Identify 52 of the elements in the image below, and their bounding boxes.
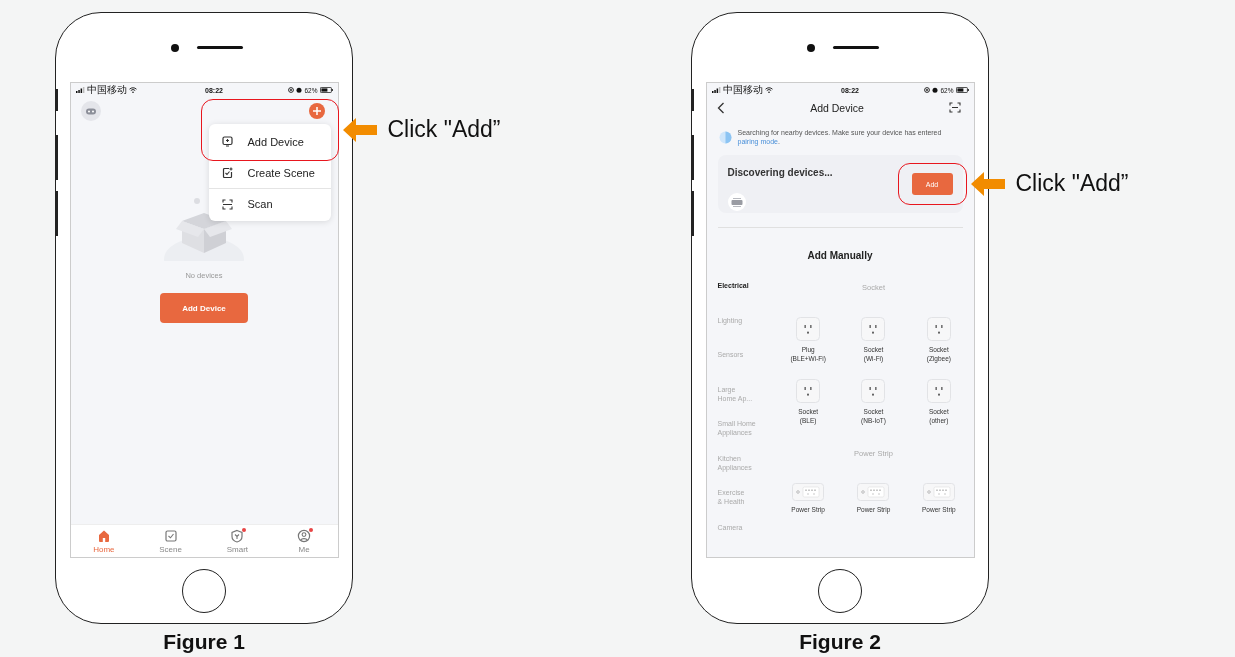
- arrow-left-icon: [970, 171, 1005, 196]
- socket-icon: [796, 379, 821, 403]
- tab-item[interactable]: Me: [270, 525, 338, 557]
- shield-icon: [230, 528, 245, 543]
- arrow-left-icon: [342, 117, 377, 142]
- menu-item[interactable]: Scan: [208, 188, 331, 219]
- house-icon: [96, 528, 111, 543]
- speaker-slot: [833, 46, 879, 49]
- power-strip-icon: [792, 483, 825, 501]
- person-circle-icon: [297, 528, 312, 543]
- socket-icon: [861, 379, 886, 403]
- highlight-ring: [897, 163, 967, 206]
- callout-label: Click "Add”: [387, 116, 501, 143]
- power-strip-icon: [922, 483, 955, 501]
- menu-item[interactable]: Add Device: [208, 126, 331, 157]
- figure-caption: Figure 1: [163, 630, 245, 654]
- checklist-plus-icon: [221, 167, 233, 178]
- socket-icon: [926, 317, 951, 341]
- discovering-label: Discovering devices...: [727, 167, 833, 179]
- signal-icon: [711, 87, 721, 93]
- power-strip-icon: [857, 483, 890, 501]
- socket-icon: [796, 317, 821, 341]
- section-heading: Add Manually: [806, 250, 874, 261]
- socket-icon: [926, 379, 951, 403]
- tab-item[interactable]: Home: [70, 525, 138, 557]
- tab-item[interactable]: Smart: [204, 525, 271, 557]
- add-device-button[interactable]: Add Device: [160, 293, 248, 323]
- battery-icon: [319, 87, 333, 93]
- carrier-name: 中国移动: [86, 83, 127, 97]
- add-icon[interactable]: [308, 103, 325, 119]
- wifi-icon: [764, 87, 773, 93]
- wifi-icon: [128, 87, 137, 93]
- avatar-icon[interactable]: [80, 101, 101, 121]
- screen-title: Add Device: [810, 101, 864, 114]
- device-icon: [727, 193, 746, 212]
- signal-icon: [75, 87, 85, 93]
- camera-dot: [807, 43, 815, 52]
- figure-caption: Figure 2: [799, 630, 881, 654]
- back-icon[interactable]: [716, 101, 725, 114]
- device-plus-icon: [221, 136, 233, 147]
- camera-dot: [171, 43, 179, 52]
- scan-icon[interactable]: [949, 102, 962, 114]
- battery-icon: [955, 87, 969, 93]
- scan-icon: [221, 198, 233, 210]
- menu-item[interactable]: Create Scene: [208, 157, 331, 188]
- loading-icon: [718, 131, 732, 145]
- tab-item[interactable]: Scene: [137, 525, 204, 557]
- speaker-slot: [197, 46, 243, 49]
- callout-label: Click "Add”: [1015, 170, 1129, 198]
- socket-icon: [861, 317, 886, 341]
- checkbox-icon: [163, 528, 178, 543]
- carrier-name: 中国移动: [722, 83, 763, 97]
